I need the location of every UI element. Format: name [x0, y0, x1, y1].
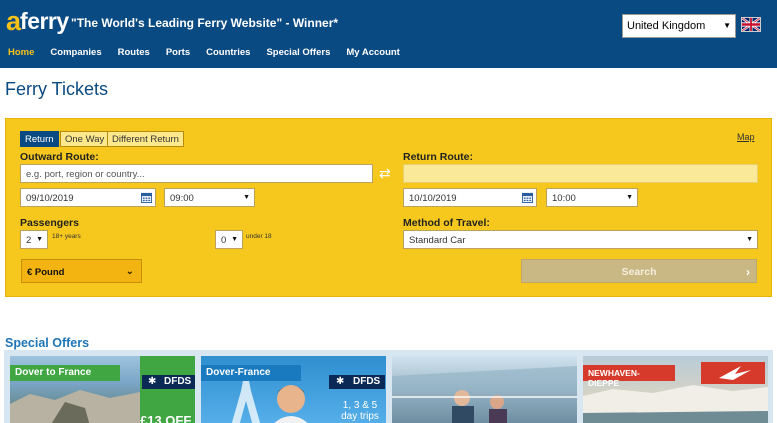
currency-value: € Pound: [27, 267, 65, 278]
traveller-photo: [274, 385, 308, 423]
adults-select[interactable]: 2 ▼: [20, 230, 48, 249]
nav-companies[interactable]: Companies: [42, 44, 109, 62]
nav-countries[interactable]: Countries: [198, 44, 258, 62]
outward-time-value: 09:00: [170, 193, 194, 204]
return-route-label: Return Route:: [403, 151, 473, 163]
site-header: a ferry "The World's Leading Ferry Websit…: [0, 0, 777, 68]
search-button[interactable]: Search ›: [521, 259, 757, 283]
dfds-logo-text: DFDS: [164, 376, 192, 387]
chevron-right-icon: ›: [746, 265, 750, 279]
dropdown-arrow-icon: ▼: [231, 236, 238, 243]
nav-routes[interactable]: Routes: [110, 44, 158, 62]
children-note: under 18: [246, 233, 272, 240]
outward-route-placeholder: e.g. port, region or country...: [26, 169, 145, 180]
dropdown-arrow-icon: ▼: [723, 21, 731, 30]
country-select-value: United Kingdom: [627, 20, 706, 32]
method-of-travel-label: Method of Travel:: [403, 217, 490, 229]
tab-one-way[interactable]: One Way: [60, 131, 110, 147]
outward-route-label: Outward Route:: [20, 151, 99, 163]
dfds-cross-icon: ✱: [148, 376, 157, 387]
special-offers-heading: Special Offers: [5, 336, 90, 350]
dfds-logo: DFDS ✱: [142, 375, 195, 389]
return-time-value: 10:00: [552, 193, 576, 204]
outward-date-field[interactable]: 09/10/2019: [20, 188, 156, 207]
map-link[interactable]: Map: [737, 132, 755, 142]
logo-letter: a: [6, 5, 21, 36]
search-button-label: Search: [621, 266, 657, 278]
outward-time-select[interactable]: 09:00 ▼: [164, 188, 255, 207]
main-nav: Home Companies Routes Ports Countries Sp…: [0, 44, 408, 62]
tab-different-return[interactable]: Different Return: [107, 131, 184, 147]
nav-home[interactable]: Home: [0, 44, 42, 62]
swap-routes-icon[interactable]: ⇄: [379, 166, 395, 180]
currency-select[interactable]: € Pound ⌄: [21, 259, 142, 283]
return-date-value: 10/10/2019: [409, 193, 457, 204]
dropdown-arrow-icon: ▼: [36, 236, 43, 243]
logo-text: ferry: [20, 7, 69, 34]
nav-special-offers[interactable]: Special Offers: [258, 44, 338, 62]
offer-banner: NEWHAVEN-DIEPPE: [583, 365, 675, 388]
outward-route-input[interactable]: e.g. port, region or country...: [20, 164, 373, 183]
dropdown-arrow-icon: ▼: [746, 236, 753, 243]
offer-card[interactable]: [392, 356, 577, 423]
offer-banner: Dover to France: [10, 365, 120, 381]
offer-banner: Dover-France: [201, 365, 301, 381]
dropdown-arrow-icon: ▼: [243, 194, 250, 201]
tagline: "The World's Leading Ferry Website" - Wi…: [71, 16, 339, 30]
dover-cliffs-image: [10, 390, 140, 423]
uk-flag-icon[interactable]: [741, 17, 761, 32]
dfds-cross-icon: ✱: [336, 376, 345, 387]
calendar-icon[interactable]: [141, 192, 152, 203]
outward-date-value: 09/10/2019: [26, 193, 74, 204]
nav-my-account[interactable]: My Account: [338, 44, 407, 62]
dropdown-arrow-icon: ▼: [626, 194, 633, 201]
tab-return[interactable]: Return: [20, 131, 59, 147]
offer-price: £13 OFF: [140, 413, 192, 423]
method-of-travel-select[interactable]: Standard Car ▼: [403, 230, 758, 249]
return-route-input[interactable]: [403, 164, 758, 183]
special-offers-strip: Dover to France DFDS ✱ £13 OFF Dover-Fra…: [4, 350, 773, 423]
chevron-down-icon: ⌄: [125, 266, 134, 277]
offer-card[interactable]: Dover to France DFDS ✱ £13 OFF: [10, 356, 195, 423]
offer-card[interactable]: NEWHAVEN-DIEPPE: [583, 356, 768, 423]
adults-value: 2: [26, 235, 32, 246]
offer-subtitle: 1, 3 & 5 day trips: [341, 400, 379, 422]
country-select[interactable]: United Kingdom ▼: [622, 14, 736, 38]
passengers-label: Passengers: [20, 217, 79, 229]
ferry-operator-logo: [701, 362, 765, 384]
search-panel: Return One Way Different Return Map Outw…: [5, 118, 772, 297]
return-date-field[interactable]: 10/10/2019: [403, 188, 537, 207]
offer-card[interactable]: Dover-France DFDS ✱ 1, 3 & 5 day trips: [201, 356, 386, 423]
ferry-deck-photo: [392, 366, 577, 423]
nav-ports[interactable]: Ports: [158, 44, 198, 62]
children-select[interactable]: 0 ▼: [215, 230, 243, 249]
children-value: 0: [221, 235, 227, 246]
dfds-logo-text: DFDS: [353, 376, 381, 387]
adults-note: 18+ years: [52, 233, 81, 240]
return-time-select[interactable]: 10:00 ▼: [546, 188, 638, 207]
aferry-logo[interactable]: a ferry: [6, 6, 69, 36]
bird-logo-icon: [719, 366, 751, 380]
method-of-travel-value: Standard Car: [409, 235, 466, 246]
calendar-icon[interactable]: [522, 192, 533, 203]
dfds-logo: DFDS ✱: [329, 375, 385, 389]
page-title: Ferry Tickets: [5, 79, 109, 99]
